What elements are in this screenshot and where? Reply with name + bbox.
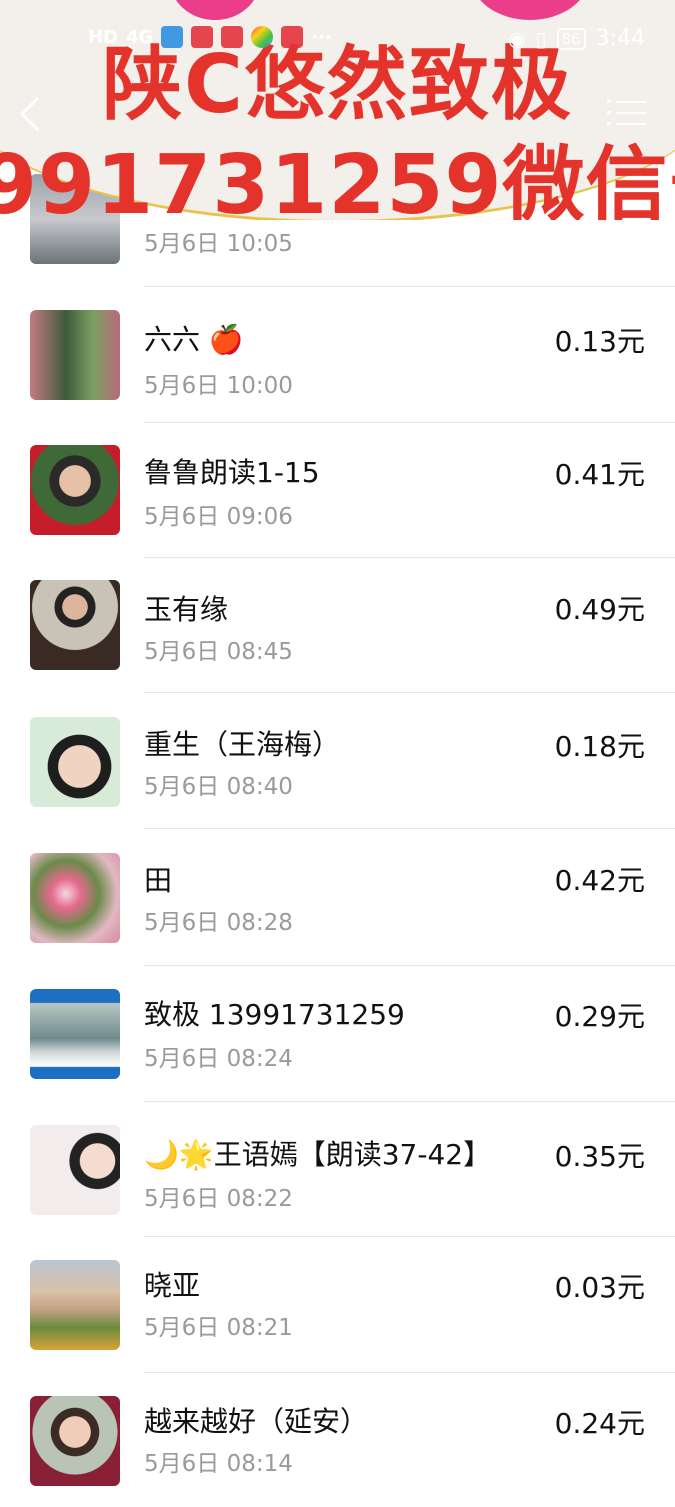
amount: 0.13元 — [554, 325, 645, 358]
chevron-left-icon — [19, 96, 40, 132]
sender-name: 玉有缘 — [144, 593, 229, 626]
amount: 0.03元 — [554, 1271, 645, 1304]
sender-name: 越来越好（延安） — [144, 1405, 369, 1438]
record-date: 5月6日 09:06 — [144, 504, 293, 530]
avatar — [30, 853, 120, 943]
list-menu-icon — [607, 100, 646, 125]
banner-text-line2: 991731259微信号 — [0, 138, 675, 220]
avatar — [30, 717, 120, 807]
list-item[interactable]: 重生（王海梅） 0.18元 5月6日 08:40 — [0, 693, 675, 829]
network-type: HD — [88, 26, 119, 48]
record-date: 5月6日 08:45 — [144, 639, 293, 665]
avatar — [30, 1396, 120, 1486]
status-bar: HD 4G ··· ◉ ▯ 86 3:44 — [0, 26, 675, 58]
back-button[interactable] — [16, 94, 56, 134]
sender-name: 致极 13991731259 — [144, 998, 405, 1031]
divider — [144, 286, 675, 287]
amount: 0.24元 — [554, 1407, 645, 1440]
signal-indicator: 4G — [126, 26, 154, 48]
amount: 0.42元 — [554, 864, 645, 897]
eye-icon: ◉ — [508, 26, 526, 51]
app-notification-icon — [191, 26, 214, 48]
avatar — [30, 580, 120, 670]
record-date: 5月6日 08:22 — [144, 1186, 293, 1212]
list-item[interactable]: 致极 13991731259 0.29元 5月6日 08:24 — [0, 965, 675, 1102]
avatar — [30, 310, 120, 400]
sender-name: 晓亚 — [144, 1269, 201, 1302]
sender-name: 🌙🌟王语嫣【朗读37-42】 — [144, 1138, 492, 1171]
status-right: ◉ ▯ 86 3:44 — [508, 26, 645, 51]
avatar — [30, 1260, 120, 1350]
amount: 0.35元 — [554, 1140, 645, 1173]
list-item[interactable]: 晓亚 0.03元 5月6日 08:21 — [0, 1236, 675, 1373]
amount: 0.49元 — [554, 593, 645, 626]
amount: 0.41元 — [554, 458, 645, 491]
app-notification-icon — [161, 26, 184, 48]
avatar — [30, 445, 120, 535]
amount: 0.29元 — [554, 1000, 645, 1033]
more-notifications-icon: ··· — [311, 26, 332, 48]
record-date: 5月6日 08:28 — [144, 910, 293, 936]
app-notification-icon — [251, 26, 274, 48]
list-item[interactable]: 田 0.42元 5月6日 08:28 — [0, 829, 675, 966]
sender-name: 六六 🍎 — [144, 323, 244, 356]
sender-name: 田 — [144, 864, 173, 897]
sender-name: 鲁鲁朗读1-15 — [144, 456, 320, 489]
header-banner: 陕C悠然致极 991731259微信号 HD 4G ··· ◉ ▯ 86 3:4… — [0, 0, 675, 220]
sender-name: 重生（王海梅） — [144, 728, 341, 761]
menu-button[interactable] — [607, 96, 647, 130]
clock: 3:44 — [595, 26, 645, 51]
record-date: 5月6日 08:40 — [144, 774, 293, 800]
list-item[interactable]: 鲁鲁朗读1-15 0.41元 5月6日 09:06 — [0, 423, 675, 558]
avatar — [30, 989, 120, 1079]
list-item[interactable]: 六六 🍎 0.13元 5月6日 10:00 — [0, 288, 675, 423]
list-item[interactable]: 越来越好（延安） 0.24元 5月6日 08:14 — [0, 1372, 675, 1507]
amount: 0.18元 — [554, 730, 645, 763]
record-date: 5月6日 08:14 — [144, 1451, 293, 1477]
vibrate-icon: ▯ — [535, 26, 547, 51]
app-notification-icon — [281, 26, 304, 48]
battery-indicator: 86 — [556, 27, 586, 50]
record-date: 5月6日 10:05 — [144, 231, 293, 257]
status-left: HD 4G ··· — [88, 26, 332, 48]
app-notification-icon — [221, 26, 244, 48]
list-item[interactable]: 玉有缘 0.49元 5月6日 08:45 — [0, 558, 675, 693]
record-date: 5月6日 08:21 — [144, 1315, 293, 1341]
record-date: 5月6日 08:24 — [144, 1046, 293, 1072]
list-item[interactable]: 🌙🌟王语嫣【朗读37-42】 0.35元 5月6日 08:22 — [0, 1101, 675, 1237]
avatar — [30, 1125, 120, 1215]
record-date: 5月6日 10:00 — [144, 373, 293, 399]
